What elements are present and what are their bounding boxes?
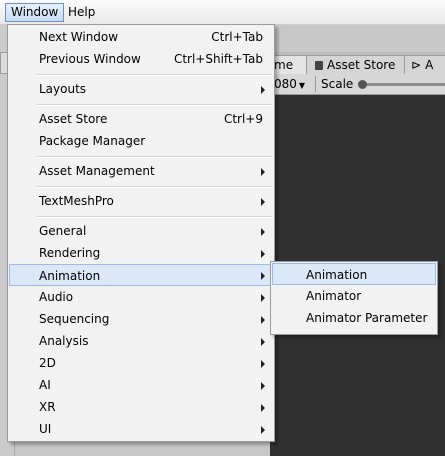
menu-separator <box>36 104 272 106</box>
resolution-value: 080 <box>274 77 297 91</box>
submenu-arrow-icon <box>261 294 265 302</box>
menu-item-package-manager[interactable]: Package Manager <box>9 130 273 152</box>
menu-item-2d[interactable]: 2D <box>9 352 273 374</box>
submenu-arrow-icon <box>261 228 265 236</box>
menu-item-label: Rendering <box>39 246 101 260</box>
submenu-arrow-icon <box>261 198 265 206</box>
menu-item-rendering[interactable]: Rendering <box>9 242 273 264</box>
menu-separator <box>36 74 272 76</box>
tab-game-label: me <box>274 58 294 72</box>
menu-item-asset-management[interactable]: Asset Management <box>9 160 273 182</box>
tab-asset-store-label: Asset Store <box>327 58 396 72</box>
menu-item-shortcut: Ctrl+9 <box>223 112 263 126</box>
menu-item-label: 2D <box>39 356 56 370</box>
menu-help[interactable]: Help <box>63 4 100 21</box>
scale-label: Scale <box>321 77 354 91</box>
lock-icon <box>315 61 323 70</box>
menu-item-general[interactable]: General <box>9 220 273 242</box>
menu-item-label: Previous Window <box>39 52 141 66</box>
menu-item-label: General <box>39 224 87 238</box>
menu-item-sequencing[interactable]: Sequencing <box>9 308 273 330</box>
submenu-arrow-icon <box>261 426 265 434</box>
menu-item-label: Package Manager <box>39 134 146 148</box>
menu-item-animation[interactable]: Animation <box>9 264 273 286</box>
menu-item-shortcut: Ctrl+Shift+Tab <box>173 52 263 66</box>
menu-item-label: AI <box>39 378 51 392</box>
submenu-arrow-icon <box>261 338 265 346</box>
menu-separator <box>36 186 272 188</box>
submenu-item-label: Animation <box>306 268 368 282</box>
submenu-item-label: Animator <box>306 289 362 303</box>
animation-tab-icon: ⊳ <box>411 58 422 72</box>
scale-slider-handle[interactable] <box>358 80 367 89</box>
toolbar-divider <box>315 76 316 92</box>
menu-item-label: Next Window <box>39 30 119 44</box>
menu-window[interactable]: Window <box>5 3 65 22</box>
menu-item-ui[interactable]: UI <box>9 418 273 440</box>
menu-item-shortcut: Ctrl+Tab <box>211 30 263 44</box>
menu-item-audio[interactable]: Audio <box>9 286 273 308</box>
menu-item-label: UI <box>39 422 52 436</box>
submenu-arrow-icon <box>261 168 265 176</box>
menu-bar: Window Help <box>0 0 445 25</box>
menu-item-label: TextMeshPro <box>39 194 114 208</box>
submenu-arrow-icon <box>261 316 265 324</box>
animation-submenu: Animation Animator Animator Parameter <box>270 261 438 335</box>
tab-animation[interactable]: ⊳ A <box>404 55 445 74</box>
menu-item-analysis[interactable]: Analysis <box>9 330 273 352</box>
submenu-item-label: Animator Parameter <box>306 311 428 325</box>
menu-item-xr[interactable]: XR <box>9 396 273 418</box>
submenu-arrow-icon <box>261 250 265 258</box>
submenu-item-animator[interactable]: Animator <box>272 285 436 307</box>
menu-separator <box>36 156 272 158</box>
tab-asset-store[interactable]: Asset Store <box>306 55 410 74</box>
submenu-item-animation[interactable]: Animation <box>272 263 436 285</box>
submenu-item-animator-parameter[interactable]: Animator Parameter <box>272 307 436 329</box>
menu-item-label: Layouts <box>39 82 87 96</box>
chevron-down-icon: ▼ <box>298 81 306 90</box>
menu-item-label: Animation <box>39 269 101 283</box>
submenu-arrow-icon <box>261 86 265 94</box>
resolution-dropdown[interactable]: 080 ▼ <box>274 75 305 93</box>
menu-item-label: Analysis <box>39 334 89 348</box>
menu-item-label: XR <box>39 400 56 414</box>
menu-item-label: Sequencing <box>39 312 110 326</box>
menu-item-asset-store[interactable]: Asset Store Ctrl+9 <box>9 108 273 130</box>
tab-animation-label: A <box>425 58 434 72</box>
scale-slider-track[interactable] <box>366 83 445 86</box>
menu-item-previous-window[interactable]: Previous Window Ctrl+Shift+Tab <box>9 48 273 70</box>
submenu-arrow-icon <box>261 382 265 390</box>
menu-item-next-window[interactable]: Next Window Ctrl+Tab <box>9 26 273 48</box>
submenu-arrow-icon <box>261 360 265 368</box>
menu-item-layouts[interactable]: Layouts <box>9 78 273 100</box>
menu-separator <box>36 216 272 218</box>
menu-item-label: Asset Store <box>39 112 108 126</box>
menu-item-label: Audio <box>39 290 74 304</box>
menu-item-label: Asset Management <box>39 164 155 178</box>
submenu-arrow-icon <box>261 404 265 412</box>
submenu-arrow-icon <box>261 272 265 280</box>
window-menu: Next Window Ctrl+Tab Previous Window Ctr… <box>7 24 275 442</box>
menu-item-ai[interactable]: AI <box>9 374 273 396</box>
menu-item-textmeshpro[interactable]: TextMeshPro <box>9 190 273 212</box>
